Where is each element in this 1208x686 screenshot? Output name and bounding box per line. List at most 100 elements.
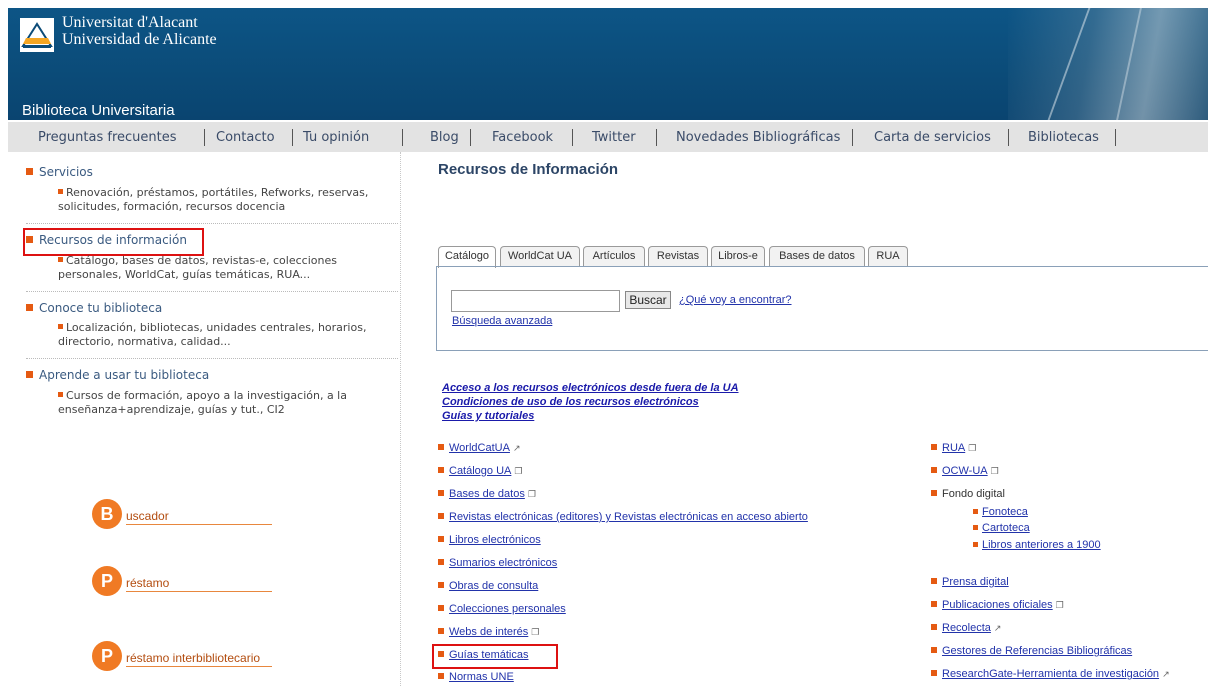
bullet-icon [438,651,444,657]
nav-separator [1008,129,1009,146]
bullet-icon [931,578,937,584]
bullet-icon [438,536,444,542]
nav-faq[interactable]: Preguntas frecuentes [38,130,177,145]
nav-libraries[interactable]: Bibliotecas [1028,130,1099,145]
bullet-icon [438,628,444,634]
nav-twitter[interactable]: Twitter [592,130,636,145]
sidebar-section-services[interactable]: Servicios [26,165,93,179]
promo-letter-icon: B [92,499,122,529]
sidebar-desc-resources[interactable]: Catálogo, bases de datos, revistas-e, co… [58,254,398,282]
promo-underline [126,666,272,667]
resource-old-books[interactable]: Libros anteriores a 1900 [973,539,1101,551]
nav-separator [402,129,403,146]
external-link-icon: ↗ [1162,669,1170,679]
search-button[interactable]: Buscar [625,291,671,309]
tab-databases[interactable]: Bases de datos [769,246,865,266]
bullet-icon [973,509,978,514]
sidebar-section-resources[interactable]: Recursos de información [26,233,187,247]
resource-recolecta[interactable]: Recolecta ↗ [931,622,1001,634]
nav-contact[interactable]: Contacto [216,130,275,145]
resource-reference-managers[interactable]: Gestores de Referencias Bibliográficas [931,645,1132,657]
university-name-line2: Universidad de Alicante [62,31,217,48]
resource-catalogo-ua[interactable]: Catálogo UA ❐ [438,465,522,477]
search-help-link[interactable]: ¿Qué voy a encontrar? [679,294,792,306]
sidebar-section-learn[interactable]: Aprende a usar tu biblioteca [26,368,209,382]
promo-text: réstamo [126,576,170,590]
resource-label: Guías temáticas [449,649,529,661]
promo-letter-icon: P [92,641,122,671]
resource-websites[interactable]: Webs de interés ❐ [438,626,539,638]
new-window-icon: ❐ [531,627,540,637]
advanced-search-link[interactable]: Búsqueda avanzada [452,315,552,327]
university-name: Universitat d'Alacant Universidad de Ali… [62,14,217,48]
resource-cartoteca[interactable]: Cartoteca [973,522,1030,534]
sidebar-desc-know-library[interactable]: Localización, bibliotecas, unidades cent… [58,321,398,349]
nav-service-charter[interactable]: Carta de servicios [874,130,991,145]
resource-label: Obras de consulta [449,580,539,592]
resource-official-publications[interactable]: Publicaciones oficiales ❐ [931,599,1064,611]
divider [26,223,398,224]
new-window-icon: ❐ [990,466,999,476]
resource-databases[interactable]: Bases de datos ❐ [438,488,536,500]
nav-new-books[interactable]: Novedades Bibliográficas [676,130,840,145]
resource-ejournals[interactable]: Revistas electrónicas (editores) y Revis… [438,511,808,523]
access-links: Acceso a los recursos electrónicos desde… [442,381,739,423]
tab-articles[interactable]: Artículos [583,246,645,266]
resource-label: Revistas electrónicas (editores) y Revis… [449,511,808,523]
university-logo[interactable] [20,18,54,52]
resource-label: OCW-UA [942,465,988,477]
nav-separator [656,129,657,146]
tab-journals[interactable]: Revistas [648,246,708,266]
resource-personal-collections[interactable]: Colecciones personales [438,603,566,615]
remote-access-link[interactable]: Acceso a los recursos electrónicos desde… [442,381,739,395]
bullet-icon [438,559,444,565]
external-link-icon: ↗ [512,443,521,453]
page-title: Recursos de Información [438,161,619,178]
new-window-icon: ❐ [514,466,523,476]
nav-separator [852,129,853,146]
nav-feedback[interactable]: Tu opinión [303,130,369,145]
sidebar-section-title: Servicios [39,165,93,179]
nav-separator [1115,129,1116,146]
sidebar-desc-text: Cursos de formación, apoyo a la investig… [58,389,347,416]
divider [26,291,398,292]
resource-digital-press[interactable]: Prensa digital [931,576,1009,588]
nav-blog[interactable]: Blog [430,130,459,145]
promo-text: réstamo interbibliotecario [126,651,261,665]
resource-subject-guides[interactable]: Guías temáticas [438,649,528,661]
bullet-icon [438,513,444,519]
resource-rua[interactable]: RUA ❐ [931,442,976,454]
bullet-icon [58,324,63,329]
tab-worldcat[interactable]: WorldCat UA [500,246,580,266]
resource-reference-works[interactable]: Obras de consulta [438,580,538,592]
resource-label: Bases de datos [449,488,525,500]
sidebar-desc-services[interactable]: Renovación, préstamos, portátiles, Refwo… [58,186,398,214]
sidebar-section-know-library[interactable]: Conoce tu biblioteca [26,301,162,315]
sidebar-section-title: Recursos de información [39,233,187,247]
tab-rua[interactable]: RUA [868,246,908,266]
bullet-icon [931,647,937,653]
usage-conditions-link[interactable]: Condiciones de uso de los recursos elect… [442,395,739,409]
promo-text: uscador [126,509,169,523]
guides-tutorials-link[interactable]: Guías y tutoriales [442,409,739,423]
resource-worldcatua[interactable]: WorldCatUA ↗ [438,442,520,454]
resource-label: Gestores de Referencias Bibliográficas [942,645,1133,657]
resource-ebooks[interactable]: Libros electrónicos [438,534,541,546]
resource-une-standards[interactable]: Normas UNE [438,671,514,683]
resource-esummaries[interactable]: Sumarios electrónicos [438,557,557,569]
search-input[interactable] [451,290,620,312]
library-title[interactable]: Biblioteca Universitaria [22,102,175,119]
tab-catalog[interactable]: Catálogo [438,246,496,268]
new-window-icon: ❐ [968,443,977,453]
resource-fonoteca[interactable]: Fonoteca [973,506,1028,518]
resource-researchgate[interactable]: ResearchGate-Herramienta de investigació… [931,668,1170,680]
promo-letter-icon: P [92,566,122,596]
nav-facebook[interactable]: Facebook [492,130,553,145]
sidebar-desc-learn[interactable]: Cursos de formación, apoyo a la investig… [58,389,398,417]
bullet-icon [973,542,978,547]
bullet-icon [438,582,444,588]
header-photo [1008,8,1208,120]
resource-ocw-ua[interactable]: OCW-UA ❐ [931,465,999,477]
external-link-icon: ↗ [993,623,1002,633]
tab-ebooks[interactable]: Libros-e [711,246,765,266]
